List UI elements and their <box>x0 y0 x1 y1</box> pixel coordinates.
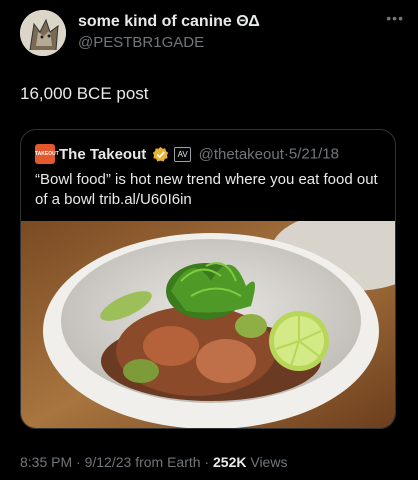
separator-dot: · <box>76 454 81 470</box>
views-count[interactable]: 252K <box>213 454 246 470</box>
quoted-tweet-header: TAKEOUTThe Takeout AV @thetakeout·5/21/1… <box>35 144 385 166</box>
tweet-meta: 8:35 PM · 9/12/23 from Earth · 252K View… <box>20 454 287 470</box>
post-text: 16,000 BCE post <box>20 84 149 103</box>
avatar[interactable] <box>20 10 66 56</box>
quoted-author-handle[interactable]: @thetakeout <box>199 146 284 163</box>
views-label: Views <box>250 454 288 470</box>
fox-sketch-avatar-icon <box>20 10 66 56</box>
separator-dot: · <box>204 454 210 470</box>
tweet-date-source[interactable]: 9/12/23 from Earth <box>85 454 201 470</box>
tweet-time[interactable]: 8:35 PM <box>20 454 72 470</box>
more-options-icon[interactable]: ••• <box>386 10 404 26</box>
takeout-logo: TAKEOUT <box>35 144 59 164</box>
quoted-tweet-text: “Bowl food” is hot new trend where you e… <box>35 171 378 208</box>
tweet-header: some kind of canine ΘΔ @PESTBR1GADE ••• <box>20 10 404 56</box>
author-handle[interactable]: @PESTBR1GADE <box>78 34 204 51</box>
quoted-tweet-date[interactable]: 5/21/18 <box>289 146 339 163</box>
bowl-food-photo[interactable] <box>21 221 395 428</box>
quoted-author-name[interactable]: The Takeout <box>59 146 146 163</box>
verified-badge-icon <box>152 146 169 163</box>
author-display-name[interactable]: some kind of canine ΘΔ <box>78 13 260 31</box>
quoted-tweet[interactable]: TAKEOUTThe Takeout AV @thetakeout·5/21/1… <box>20 129 396 429</box>
affiliate-badge: AV <box>174 146 192 162</box>
bowl-food-photo-icon <box>21 221 395 428</box>
